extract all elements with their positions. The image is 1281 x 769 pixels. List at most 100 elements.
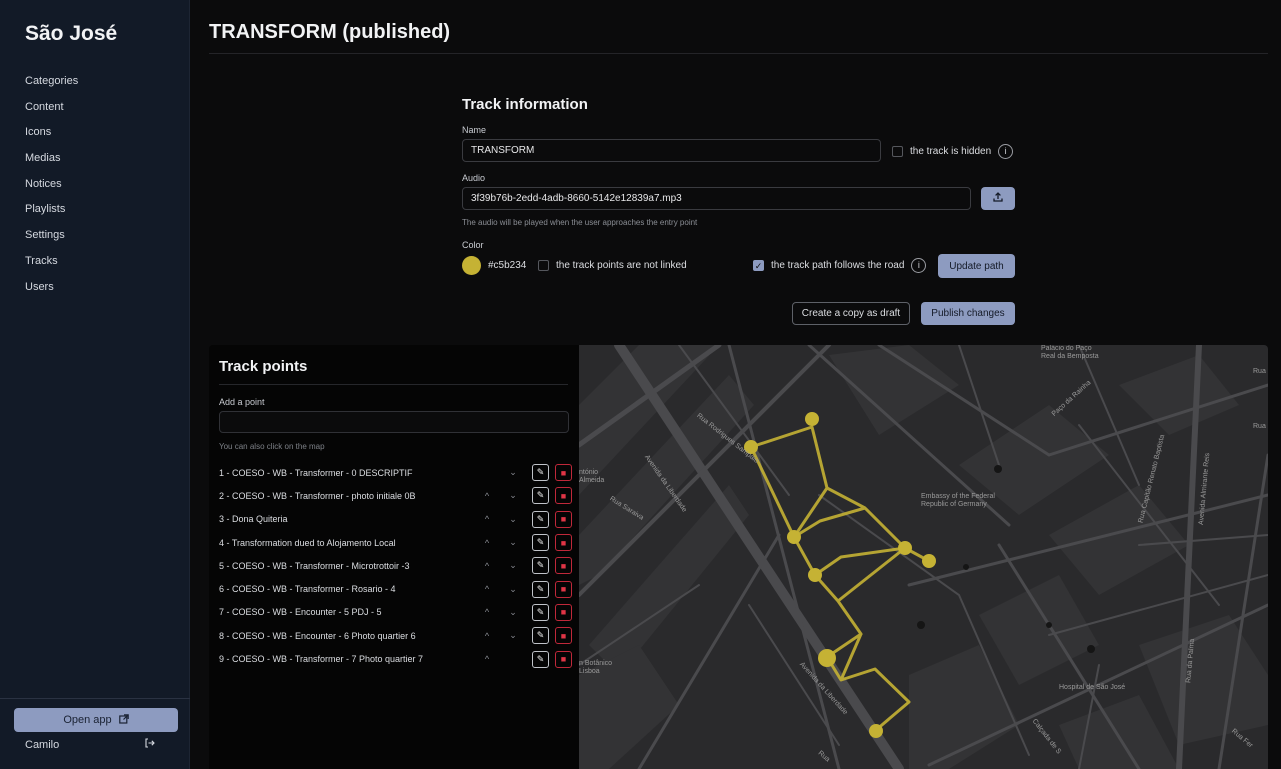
color-picker[interactable]: #c5b234: [462, 256, 526, 275]
sidebar-item-playlists[interactable]: Playlists: [0, 200, 190, 226]
delete-button[interactable]: ■: [555, 603, 572, 621]
pencil-icon: ✎: [536, 467, 545, 478]
delete-button[interactable]: ■: [555, 534, 572, 552]
map-canvas[interactable]: [579, 345, 1268, 769]
pencil-icon: ✎: [536, 606, 545, 617]
track-info-form: Track information Name TRANSFORM the tra…: [462, 96, 1022, 325]
sidebar-item-content[interactable]: Content: [0, 98, 190, 124]
follows-road-toggle[interactable]: ✓ the track path follows the road i: [753, 258, 927, 273]
trash-icon: ■: [560, 630, 567, 641]
audio-label: Audio: [462, 173, 486, 183]
chevron-down-icon[interactable]: ⌄: [507, 490, 519, 501]
trash-icon: ■: [560, 654, 567, 665]
info-icon[interactable]: i: [998, 144, 1014, 159]
edit-button[interactable]: ✎: [532, 580, 549, 598]
track-points-divider: [219, 384, 568, 385]
not-linked-toggle[interactable]: the track points are not linked: [538, 260, 687, 271]
hidden-checkbox[interactable]: [892, 146, 903, 157]
edit-button[interactable]: ✎: [532, 510, 549, 528]
map-label-botanico: n Botânico Lisboa: [579, 660, 613, 675]
pencil-icon: ✎: [536, 513, 545, 524]
chevron-up-icon[interactable]: ^: [481, 538, 493, 548]
sidebar-item-categories[interactable]: Categories: [0, 72, 190, 98]
chevron-up-icon[interactable]: ^: [481, 631, 493, 641]
map-label-antonio: ntónio Almeida: [579, 469, 605, 484]
delete-button[interactable]: ■: [555, 464, 572, 482]
chevron-down-icon[interactable]: ⌄: [507, 607, 519, 618]
update-path-button[interactable]: Update path: [938, 254, 1015, 278]
list-item: 5 - COESO - WB - Transformer - Microtrot…: [219, 554, 572, 577]
sidebar-item-notices[interactable]: Notices: [0, 175, 190, 201]
list-item: 1 - COESO - WB - Transformer - 0 DESCRIP…: [219, 461, 572, 484]
track-points-list: 1 - COESO - WB - Transformer - 0 DESCRIP…: [219, 461, 572, 671]
delete-button[interactable]: ■: [555, 627, 572, 645]
chevron-down-icon[interactable]: ⌄: [507, 584, 519, 595]
list-item: 4 - Transformation dued to Alojamento Lo…: [219, 531, 572, 554]
chevron-up-icon[interactable]: ^: [481, 491, 493, 501]
color-swatch[interactable]: [462, 256, 481, 275]
chevron-down-icon[interactable]: ⌄: [507, 537, 519, 548]
chevron-up-icon[interactable]: ^: [481, 584, 493, 594]
edit-button[interactable]: ✎: [532, 650, 549, 668]
logout-icon[interactable]: [145, 738, 155, 751]
follows-road-checkbox[interactable]: ✓: [753, 260, 764, 271]
sidebar-nav: Categories Content Icons Medias Notices …: [0, 72, 190, 303]
edit-button[interactable]: ✎: [532, 603, 549, 621]
edit-button[interactable]: ✎: [532, 534, 549, 552]
add-point-input[interactable]: [219, 411, 569, 433]
sidebar-item-settings[interactable]: Settings: [0, 226, 190, 252]
open-app-button[interactable]: Open app: [14, 708, 178, 732]
track-points-panel: Track points Add a point You can also cl…: [209, 345, 579, 769]
sidebar-item-users[interactable]: Users: [0, 278, 190, 304]
sidebar-item-tracks[interactable]: Tracks: [0, 252, 190, 278]
color-label: Color: [462, 240, 484, 250]
audio-hint: The audio will be played when the user a…: [462, 218, 698, 227]
sidebar-divider: [0, 698, 190, 699]
edit-button[interactable]: ✎: [532, 557, 549, 575]
pencil-icon: ✎: [536, 560, 545, 571]
chevron-up-icon[interactable]: ^: [481, 514, 493, 524]
trash-icon: ■: [560, 584, 567, 595]
name-input[interactable]: TRANSFORM: [462, 139, 881, 162]
edit-button[interactable]: ✎: [532, 487, 549, 505]
pencil-icon: ✎: [536, 583, 545, 594]
chevron-down-icon[interactable]: ⌄: [507, 630, 519, 641]
add-point-label: Add a point: [219, 397, 265, 407]
chevron-up-icon[interactable]: ^: [481, 561, 493, 571]
delete-button[interactable]: ■: [555, 650, 572, 668]
header-divider: [209, 53, 1268, 54]
list-item: 8 - COESO - WB - Encounter - 6 Photo qua…: [219, 624, 572, 647]
chevron-down-icon[interactable]: ⌄: [507, 514, 519, 525]
brand-title: São José: [25, 22, 118, 45]
audio-input[interactable]: 3f39b76b-2edd-4adb-8660-5142e12839a7.mp3: [462, 187, 971, 210]
trash-icon: ■: [560, 560, 567, 571]
map-click-hint: You can also click on the map: [219, 442, 325, 451]
info-icon[interactable]: i: [911, 258, 927, 273]
map-label-embassy: Embassy of the Federal Republic of Germa…: [921, 493, 995, 508]
map-label-hospital: Hospital de São José: [1059, 684, 1126, 691]
open-app-label: Open app: [63, 714, 112, 726]
not-linked-checkbox[interactable]: [538, 260, 549, 271]
chevron-down-icon[interactable]: ⌄: [507, 467, 519, 478]
copy-as-draft-button[interactable]: Create a copy as draft: [792, 302, 910, 325]
edit-button[interactable]: ✎: [532, 464, 549, 482]
track-point-label: 2 - COESO - WB - Transformer - photo ini…: [219, 490, 416, 501]
delete-button[interactable]: ■: [555, 510, 572, 528]
sidebar-item-medias[interactable]: Medias: [0, 149, 190, 175]
chevron-up-icon[interactable]: ^: [481, 654, 493, 664]
track-points-title: Track points: [219, 358, 308, 375]
map[interactable]: Palácio do Paço Real da Bemposta Embassy…: [579, 345, 1268, 769]
list-item: 7 - COESO - WB - Encounter - 5 PDJ - 5 ^…: [219, 601, 572, 624]
edit-button[interactable]: ✎: [532, 627, 549, 645]
delete-button[interactable]: ■: [555, 557, 572, 575]
delete-button[interactable]: ■: [555, 487, 572, 505]
upload-audio-button[interactable]: [981, 187, 1015, 210]
delete-button[interactable]: ■: [555, 580, 572, 598]
publish-changes-button[interactable]: Publish changes: [921, 302, 1015, 325]
chevron-down-icon[interactable]: ⌄: [507, 560, 519, 571]
list-item: 3 - Dona Quiteria ^ ⌄ ✎ ■: [219, 508, 572, 531]
hidden-toggle[interactable]: the track is hidden i: [892, 144, 1014, 159]
sidebar-item-icons[interactable]: Icons: [0, 123, 190, 149]
page-title: TRANSFORM (published): [209, 21, 451, 43]
chevron-up-icon[interactable]: ^: [481, 607, 493, 617]
